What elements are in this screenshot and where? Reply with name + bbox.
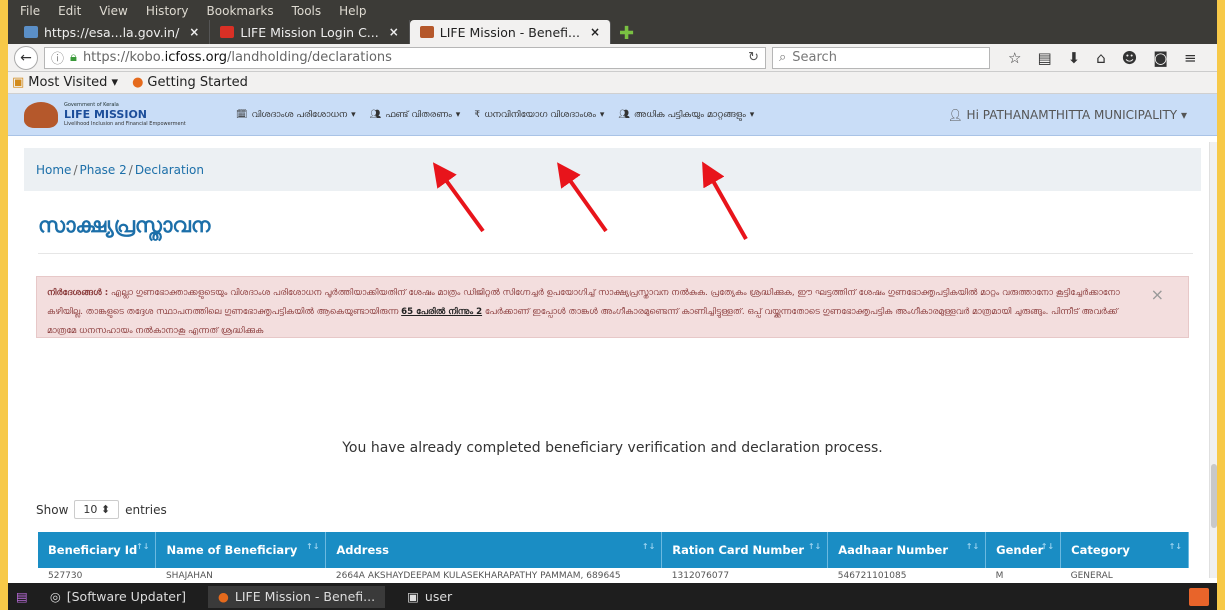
annotation-arrows <box>432 161 748 240</box>
menu-file[interactable]: File <box>20 4 40 18</box>
page-icon <box>24 26 38 38</box>
url-bar[interactable]: ⓘ 🔒︎ https://kobo.icfoss.org/landholding… <box>44 46 766 69</box>
new-tab-icon[interactable]: ✚ <box>611 23 642 44</box>
close-icon[interactable]: × <box>389 25 399 39</box>
menu-tools[interactable]: Tools <box>292 4 322 18</box>
tab-strip: https://esa...la.gov.in/ × LIFE Mission … <box>8 18 1217 44</box>
folder-icon: ▣ <box>12 75 25 90</box>
taskbar-firefox[interactable]: ● LIFE Mission - Benefi... <box>207 585 386 608</box>
back-button[interactable]: ← <box>14 45 38 70</box>
emblem-icon <box>419 26 434 38</box>
menu-help[interactable]: Help <box>339 4 366 18</box>
arrow-annotation <box>702 161 748 240</box>
browser-window: File Edit View History Bookmarks Tools H… <box>8 0 1217 610</box>
url-domain: icfoss.org <box>164 50 227 65</box>
taskbar-software-updater[interactable]: ◎ [Software Updater] <box>40 586 196 608</box>
hamburger-menu-icon[interactable]: ≡ <box>1184 49 1197 67</box>
arrow-left-icon: ← <box>20 49 32 66</box>
url-path: /landholding/declarations <box>226 50 392 65</box>
search-icon: ⌕ <box>779 50 787 65</box>
star-icon[interactable]: ☆ <box>1008 49 1021 67</box>
bookmark-label: Getting Started <box>147 75 248 90</box>
updater-icon: ◎ <box>49 589 61 604</box>
tab-life-mission[interactable]: LIFE Mission - Benefi... × <box>409 20 612 44</box>
taskbar-user[interactable]: ▣ user <box>397 586 462 608</box>
tab-label: https://esa...la.gov.in/ <box>44 24 180 40</box>
menu-view[interactable]: View <box>99 4 127 18</box>
download-icon[interactable]: ⬇ <box>1068 49 1081 67</box>
search-placeholder: Search <box>792 50 837 65</box>
web-page: Government of Kerala LIFE MISSION Liveli… <box>8 94 1217 583</box>
info-icon: ⓘ <box>51 52 65 67</box>
menu-bookmarks[interactable]: Bookmarks <box>207 4 274 18</box>
arrow-annotation <box>432 162 485 233</box>
lock-icon: 🔒︎ <box>70 50 77 65</box>
chat-icon[interactable]: ☻ <box>1122 49 1138 67</box>
taskbar-label: user <box>424 589 453 604</box>
close-icon[interactable]: × <box>189 25 199 39</box>
bookmarks-bar: ▣ Most Visited ▾ ● Getting Started <box>8 72 1217 94</box>
close-icon[interactable]: × <box>590 25 600 39</box>
bookmark-label: Most Visited ▾ <box>28 75 119 90</box>
terminal-icon: ▣ <box>407 589 419 604</box>
tray-icon[interactable] <box>1189 587 1209 606</box>
reload-icon[interactable]: ↻ <box>748 50 759 65</box>
menu-icon[interactable]: ▤ <box>16 589 28 604</box>
reader-icon[interactable]: ▤ <box>1037 49 1051 67</box>
firefox-icon: ● <box>132 75 144 90</box>
menu-history[interactable]: History <box>146 4 189 18</box>
tab-gmail[interactable]: LIFE Mission Login C... × <box>210 20 410 44</box>
tab-esa[interactable]: https://esa...la.gov.in/ × <box>14 20 211 44</box>
home-icon[interactable]: ⌂ <box>1096 49 1106 67</box>
menu-edit[interactable]: Edit <box>58 4 81 18</box>
bookmark-most-visited[interactable]: ▣ Most Visited ▾ <box>12 75 118 90</box>
taskbar: ▤ ◎ [Software Updater] ● LIFE Mission - … <box>8 583 1217 610</box>
bookmark-getting-started[interactable]: ● Getting Started <box>132 75 248 90</box>
pocket-icon[interactable]: ◙ <box>1153 49 1168 67</box>
url-prefix: https://kobo. <box>82 50 165 65</box>
search-input[interactable]: ⌕ Search <box>772 46 990 69</box>
nav-bar: ← ⓘ 🔒︎ https://kobo.icfoss.org/landholdi… <box>8 44 1217 72</box>
arrow-annotation <box>557 162 608 233</box>
tab-label: LIFE Mission Login C... <box>240 24 379 40</box>
firefox-icon: ● <box>217 589 229 604</box>
taskbar-label: [Software Updater] <box>66 589 186 604</box>
taskbar-label: LIFE Mission - Benefi... <box>234 589 376 604</box>
gmail-icon <box>220 26 235 38</box>
menu-bar: File Edit View History Bookmarks Tools H… <box>8 0 1217 18</box>
tab-label: LIFE Mission - Benefi... <box>439 24 580 40</box>
toolbar-icons: ☆ ▤ ⬇ ⌂ ☻ ◙ ≡ <box>1008 49 1197 67</box>
